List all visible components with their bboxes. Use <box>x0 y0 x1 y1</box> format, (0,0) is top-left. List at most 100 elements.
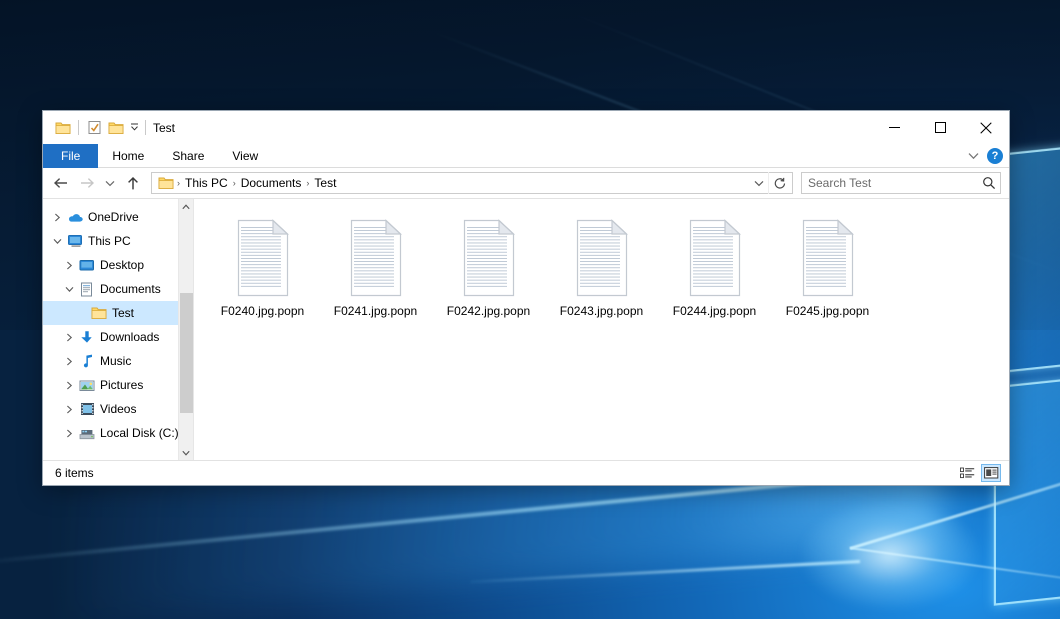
item-count-status: 6 items <box>55 466 94 480</box>
file-name-label: F0244.jpg.popn <box>673 304 756 318</box>
sidebar-item-label: Desktop <box>97 258 144 272</box>
file-item[interactable]: F0242.jpg.popn <box>432 217 545 341</box>
file-explorer-window: Test File Home Share View <box>42 110 1010 486</box>
tab-file[interactable]: File <box>43 144 98 168</box>
folder-icon[interactable] <box>52 117 74 139</box>
address-bar: › This PC › Documents › Test <box>43 168 1009 198</box>
title-bar: Test <box>43 111 1009 144</box>
generic-document-icon <box>796 219 860 297</box>
breadcrumb-item-test[interactable]: Test <box>310 176 340 190</box>
sidebar-item-label: OneDrive <box>85 210 139 224</box>
wallpaper-focus-glow <box>800 500 980 610</box>
back-button[interactable] <box>49 171 73 195</box>
details-view-button[interactable] <box>957 464 977 482</box>
tab-share[interactable]: Share <box>158 144 218 168</box>
chevron-down-icon[interactable] <box>968 149 979 163</box>
desktop-monitor-icon <box>77 259 97 272</box>
file-name-label: F0245.jpg.popn <box>786 304 869 318</box>
chevron-right-icon[interactable] <box>61 261 77 270</box>
generic-document-icon <box>683 219 747 297</box>
minimize-button[interactable] <box>871 111 917 144</box>
sidebar-item-label: Downloads <box>97 330 159 344</box>
chevron-down-icon[interactable] <box>61 286 77 293</box>
sidebar-scrollbar[interactable] <box>178 199 193 460</box>
window-title: Test <box>153 121 175 135</box>
generic-document-icon <box>231 219 295 297</box>
file-item[interactable]: F0240.jpg.popn <box>206 217 319 341</box>
sidebar-item-desktop[interactable]: Desktop <box>43 253 193 277</box>
file-item[interactable]: F0241.jpg.popn <box>319 217 432 341</box>
up-button[interactable] <box>121 171 145 195</box>
forward-button[interactable] <box>75 171 99 195</box>
file-name-label: F0240.jpg.popn <box>221 304 304 318</box>
chevron-right-icon[interactable] <box>61 429 77 438</box>
file-name-label: F0243.jpg.popn <box>560 304 643 318</box>
view-buttons <box>957 464 1001 482</box>
sidebar-item-label: Test <box>109 306 134 320</box>
desktop: Test File Home Share View <box>0 0 1060 619</box>
breadcrumb-item-documents[interactable]: Documents <box>237 176 306 190</box>
address-dropdown-icon[interactable] <box>750 180 768 187</box>
scroll-up-arrow-icon[interactable] <box>179 199 193 214</box>
toolbar-separator <box>145 120 146 135</box>
sidebar-item-label: Music <box>97 354 131 368</box>
videos-film-icon <box>77 402 97 416</box>
scrollbar-thumb[interactable] <box>180 293 193 413</box>
sidebar-item-test[interactable]: Test <box>43 301 193 325</box>
ribbon-right-controls: ? <box>968 144 1003 168</box>
quick-access-toolbar: Test <box>43 111 175 144</box>
breadcrumb: › This PC › Documents › Test <box>156 176 750 190</box>
file-grid: F0240.jpg.popn F0241.jpg.popn F0242.jpg.po… <box>206 217 1009 341</box>
large-icons-view-button[interactable] <box>981 464 1001 482</box>
search-box[interactable] <box>801 172 1001 194</box>
chevron-down-icon[interactable] <box>49 238 65 245</box>
window-body: OneDrive This PC <box>43 198 1009 460</box>
properties-icon[interactable] <box>83 117 105 139</box>
chevron-right-icon[interactable] <box>61 381 77 390</box>
folder-icon <box>89 306 109 320</box>
refresh-button[interactable] <box>768 172 790 194</box>
toolbar-separator <box>78 120 79 135</box>
sidebar-item-downloads[interactable]: Downloads <box>43 325 193 349</box>
tab-view[interactable]: View <box>218 144 272 168</box>
search-icon[interactable] <box>978 176 1000 190</box>
sidebar-item-label: Local Disk (C:) <box>97 426 179 440</box>
sidebar-item-label: Pictures <box>97 378 143 392</box>
new-folder-icon[interactable] <box>105 117 127 139</box>
close-button[interactable] <box>963 111 1009 144</box>
sidebar-item-onedrive[interactable]: OneDrive <box>43 205 193 229</box>
breadcrumb-bar[interactable]: › This PC › Documents › Test <box>151 172 793 194</box>
breadcrumb-item-this-pc[interactable]: This PC <box>181 176 232 190</box>
hard-drive-icon <box>77 427 97 440</box>
sidebar-item-local-disk-c[interactable]: Local Disk (C:) <box>43 421 193 445</box>
this-pc-monitor-icon <box>65 234 85 248</box>
ribbon-tab-bar: File Home Share View ? <box>43 144 1009 168</box>
sidebar-item-this-pc[interactable]: This PC <box>43 229 193 253</box>
chevron-down-icon[interactable] <box>127 117 141 139</box>
file-item[interactable]: F0244.jpg.popn <box>658 217 771 341</box>
chevron-right-icon[interactable] <box>61 333 77 342</box>
sidebar-item-label: Documents <box>97 282 161 296</box>
sidebar-item-music[interactable]: Music <box>43 349 193 373</box>
generic-document-icon <box>344 219 408 297</box>
chevron-right-icon[interactable] <box>61 405 77 414</box>
sidebar-item-documents[interactable]: Documents <box>43 277 193 301</box>
scroll-down-arrow-icon[interactable] <box>179 445 193 460</box>
chevron-right-icon[interactable] <box>61 357 77 366</box>
recent-locations-button[interactable] <box>101 171 119 195</box>
file-list-pane[interactable]: F0240.jpg.popn F0241.jpg.popn F0242.jpg.po… <box>193 199 1009 460</box>
downloads-arrow-icon <box>77 330 97 345</box>
maximize-button[interactable] <box>917 111 963 144</box>
file-item[interactable]: F0243.jpg.popn <box>545 217 658 341</box>
sidebar-item-label: This PC <box>85 234 131 248</box>
chevron-right-icon[interactable] <box>49 213 65 222</box>
help-icon[interactable]: ? <box>987 148 1003 164</box>
file-name-label: F0241.jpg.popn <box>334 304 417 318</box>
file-item[interactable]: F0245.jpg.popn <box>771 217 884 341</box>
tab-home[interactable]: Home <box>98 144 158 168</box>
folder-icon[interactable] <box>158 176 174 190</box>
sidebar-item-pictures[interactable]: Pictures <box>43 373 193 397</box>
search-input[interactable] <box>802 176 978 190</box>
sidebar-item-videos[interactable]: Videos <box>43 397 193 421</box>
music-note-icon <box>77 354 97 369</box>
